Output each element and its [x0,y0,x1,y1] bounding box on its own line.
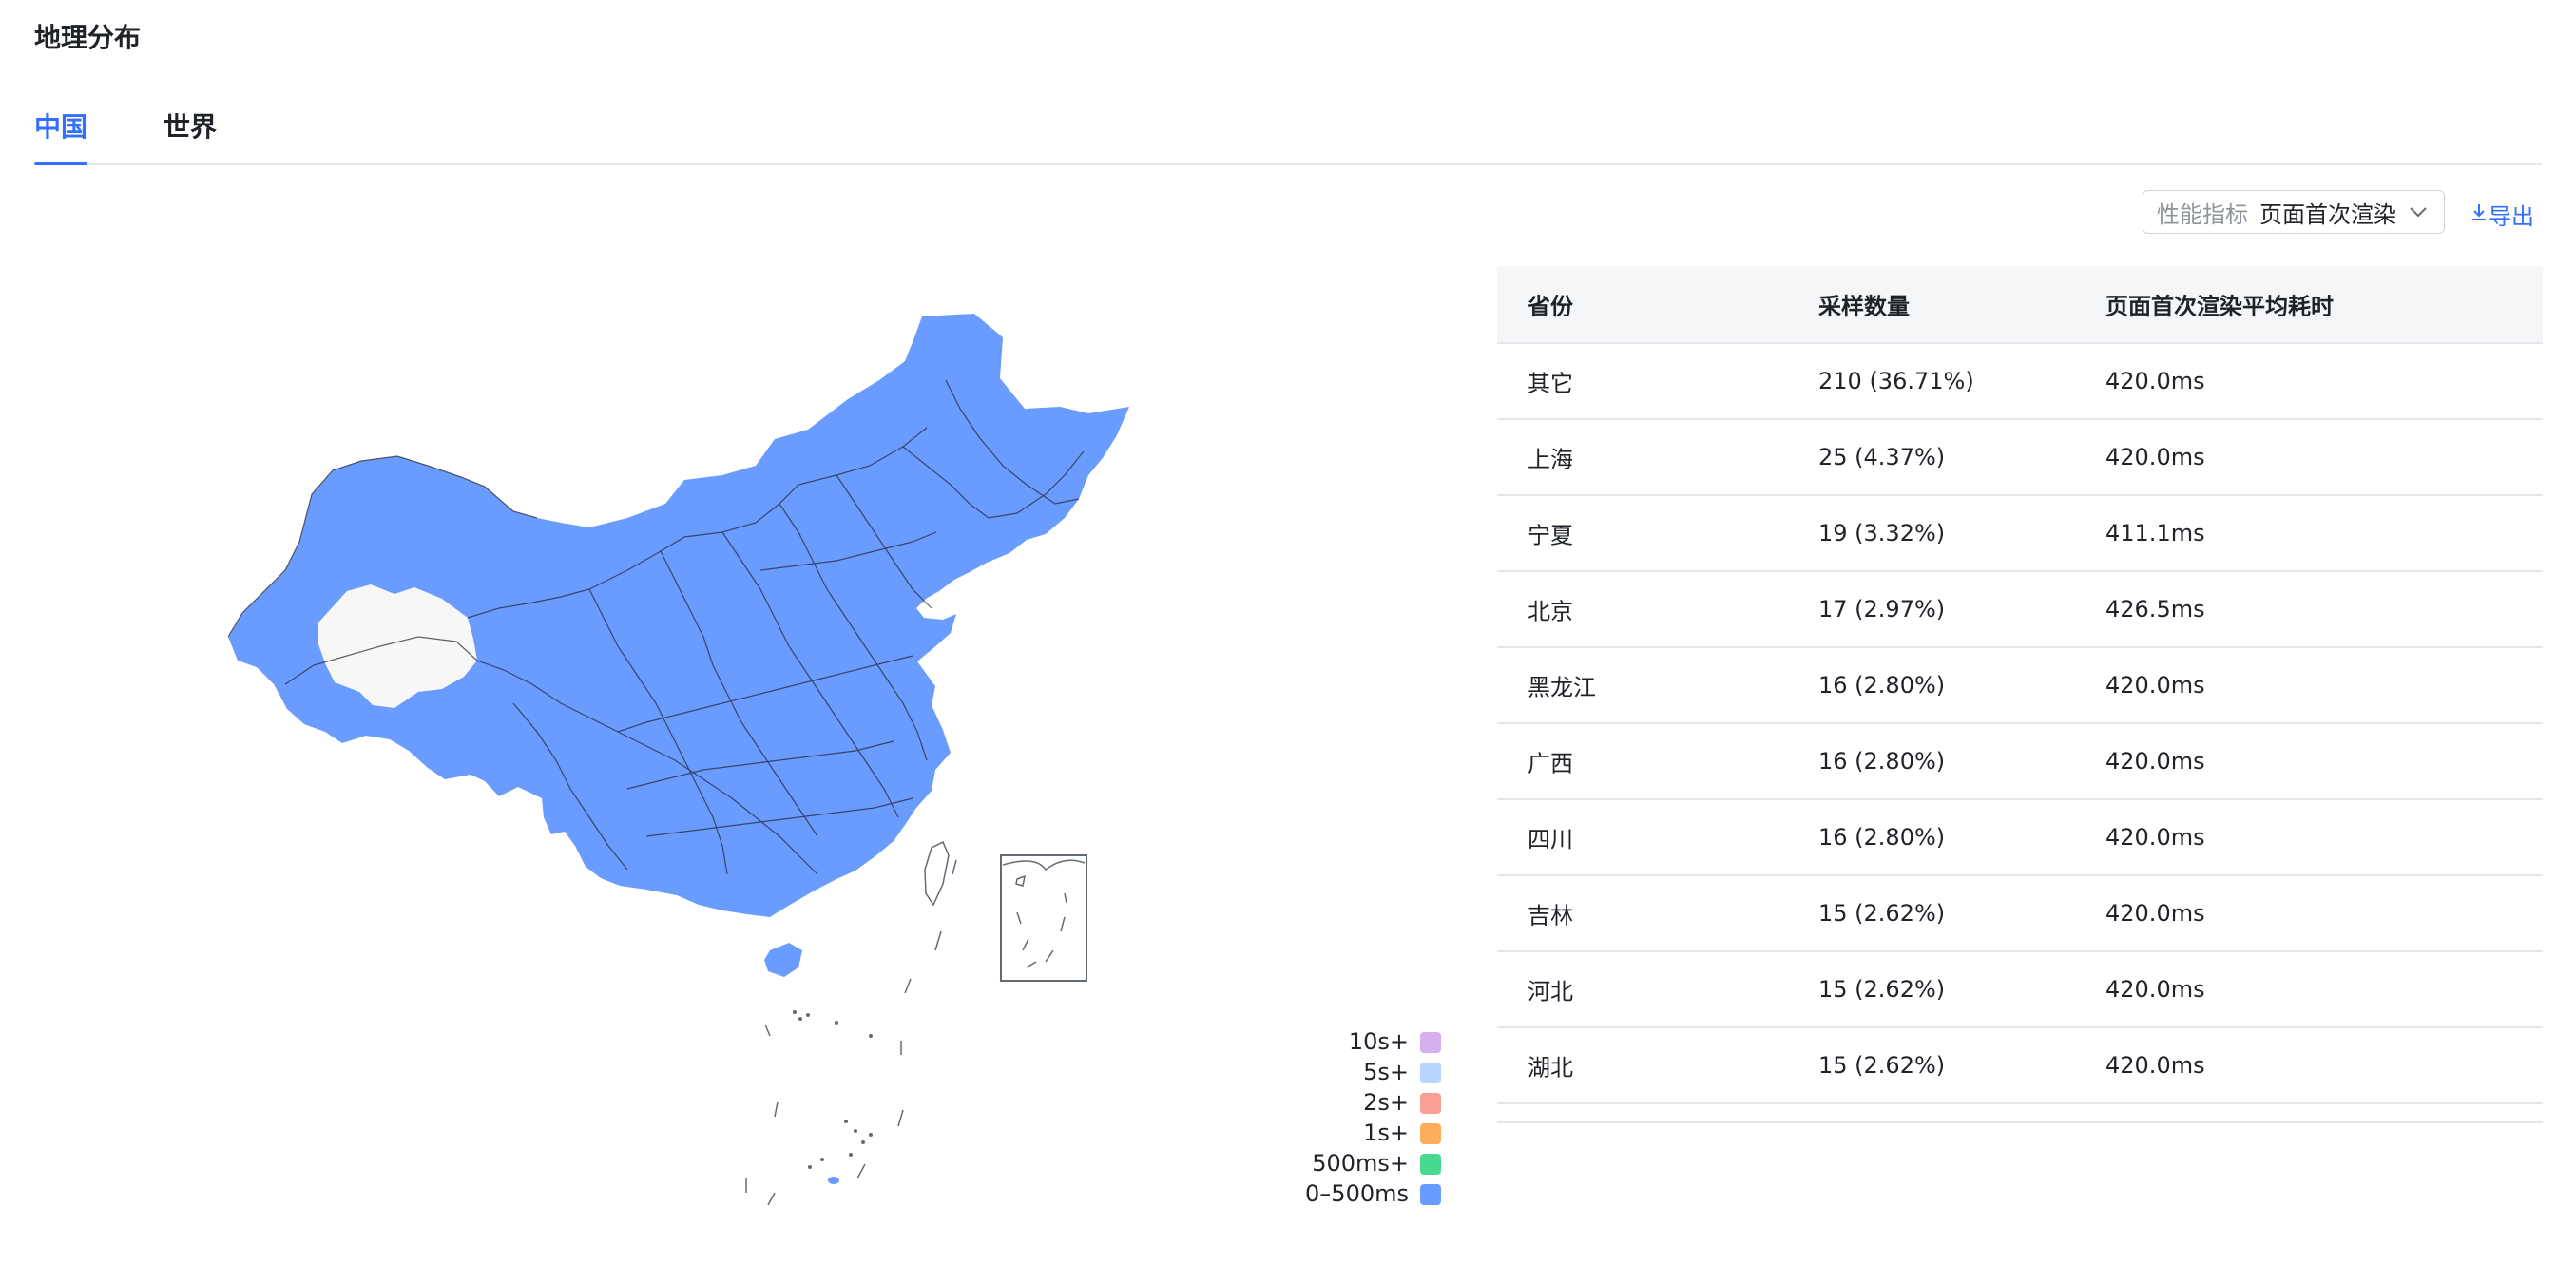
legend-label: 1s+ [1363,1120,1409,1146]
legend-label: 2s+ [1363,1089,1409,1116]
map-region-south-china-sea-islands[interactable] [828,1177,839,1184]
table-row[interactable]: 上海 25 (4.37%) 420.0ms [1497,420,2543,496]
legend-label: 500ms+ [1312,1150,1409,1177]
legend-item[interactable]: 500ms+ [1264,1148,1445,1178]
map-legend: 10s+ 5s+ 2s+ 1s+ 500ms+ 0–500ms [1264,1026,1445,1209]
cell-samples: 19 (3.32%) [1818,520,1946,546]
legend-item[interactable]: 1s+ [1264,1118,1445,1148]
cell-avg-time: 420.0ms [2105,976,2205,1003]
table-row[interactable]: 北京 17 (2.97%) 426.5ms [1497,572,2543,648]
cell-province: 宁夏 [1528,522,1573,549]
cell-avg-time: 426.5ms [2105,596,2205,622]
legend-item[interactable]: 0–500ms [1264,1178,1445,1209]
map-region-hainan[interactable] [764,943,802,977]
table-row[interactable]: 河北 15 (2.62%) 420.0ms [1497,952,2543,1028]
metric-select[interactable]: 性能指标 页面首次渲染 [2143,190,2445,234]
table-row[interactable]: 吉林 15 (2.62%) 420.0ms [1497,876,2543,952]
legend-swatch [1420,1063,1441,1083]
table-footer [1497,1104,2543,1123]
cell-samples: 16 (2.80%) [1818,824,1946,851]
cell-samples: 210 (36.71%) [1818,368,1974,394]
cell-avg-time: 420.0ms [2105,748,2205,775]
table-row[interactable]: 广西 16 (2.80%) 420.0ms [1497,724,2543,800]
table-row[interactable]: 四川 16 (2.80%) 420.0ms [1497,800,2543,876]
export-button[interactable]: 导出 [2470,198,2534,231]
table-header: 省份 采样数量 页面首次渲染平均耗时 [1497,266,2543,344]
column-header-samples[interactable]: 采样数量 [1818,288,1910,321]
tab-bar: 中国 世界 [34,95,2542,165]
legend-item[interactable]: 10s+ [1264,1026,1445,1057]
cell-province: 其它 [1528,370,1573,397]
legend-swatch [1420,1093,1441,1114]
china-mainland [228,314,1129,917]
active-tab-indicator [34,162,87,165]
cell-province: 吉林 [1528,902,1573,929]
cell-province: 广西 [1528,750,1573,777]
province-table: 省份 采样数量 页面首次渲染平均耗时 其它 210 (36.71%) 420.0… [1497,266,2543,1123]
cell-avg-time: 411.1ms [2105,520,2205,546]
column-header-province[interactable]: 省份 [1528,288,1573,321]
cell-samples: 15 (2.62%) [1818,1052,1946,1079]
cell-province: 黑龙江 [1528,674,1596,701]
metric-select-label: 性能指标 [2157,201,2248,228]
legend-swatch [1420,1154,1441,1175]
cell-samples: 17 (2.97%) [1818,596,1946,622]
cell-province: 河北 [1528,978,1573,1005]
cell-avg-time: 420.0ms [2105,824,2205,851]
table-row[interactable]: 其它 210 (36.71%) 420.0ms [1497,344,2543,420]
cell-avg-time: 420.0ms [2105,1052,2205,1079]
cell-province: 四川 [1528,826,1573,853]
cell-samples: 25 (4.37%) [1818,444,1946,470]
legend-label: 5s+ [1363,1059,1409,1085]
legend-swatch [1420,1184,1441,1205]
legend-item[interactable]: 5s+ [1264,1057,1445,1087]
legend-label: 10s+ [1348,1028,1409,1055]
table-row[interactable]: 宁夏 19 (3.32%) 411.1ms [1497,496,2543,572]
section-title: 地理分布 [34,22,142,53]
south-china-sea-inset [1000,854,1087,982]
cell-avg-time: 420.0ms [2105,900,2205,927]
legend-item[interactable]: 2s+ [1264,1087,1445,1118]
cell-province: 上海 [1528,446,1573,473]
cell-samples: 16 (2.80%) [1818,672,1946,699]
tab-china[interactable]: 中国 [34,106,87,144]
cell-province: 湖北 [1528,1054,1573,1082]
cell-province: 北京 [1528,598,1573,625]
map-region-taiwan[interactable] [924,840,950,907]
cell-avg-time: 420.0ms [2105,444,2205,470]
legend-label: 0–500ms [1305,1180,1409,1207]
table-row[interactable]: 湖北 15 (2.62%) 420.0ms [1497,1028,2543,1104]
column-header-avg-time[interactable]: 页面首次渲染平均耗时 [2105,288,2334,321]
cell-avg-time: 420.0ms [2105,368,2205,394]
metric-select-value: 页面首次渲染 [2259,201,2396,228]
chevron-down-icon [2406,199,2431,231]
south-china-sea-islands [793,1010,873,1169]
cell-samples: 15 (2.62%) [1818,976,1946,1003]
legend-swatch [1420,1123,1441,1144]
china-map [227,285,1179,1235]
cell-samples: 15 (2.62%) [1818,900,1946,927]
cell-samples: 16 (2.80%) [1818,748,1946,775]
download-icon [2470,201,2489,229]
export-label: 导出 [2489,203,2534,230]
tab-world[interactable]: 世界 [163,106,217,144]
cell-avg-time: 420.0ms [2105,672,2205,699]
table-row[interactable]: 黑龙江 16 (2.80%) 420.0ms [1497,648,2543,724]
legend-swatch [1420,1032,1441,1053]
